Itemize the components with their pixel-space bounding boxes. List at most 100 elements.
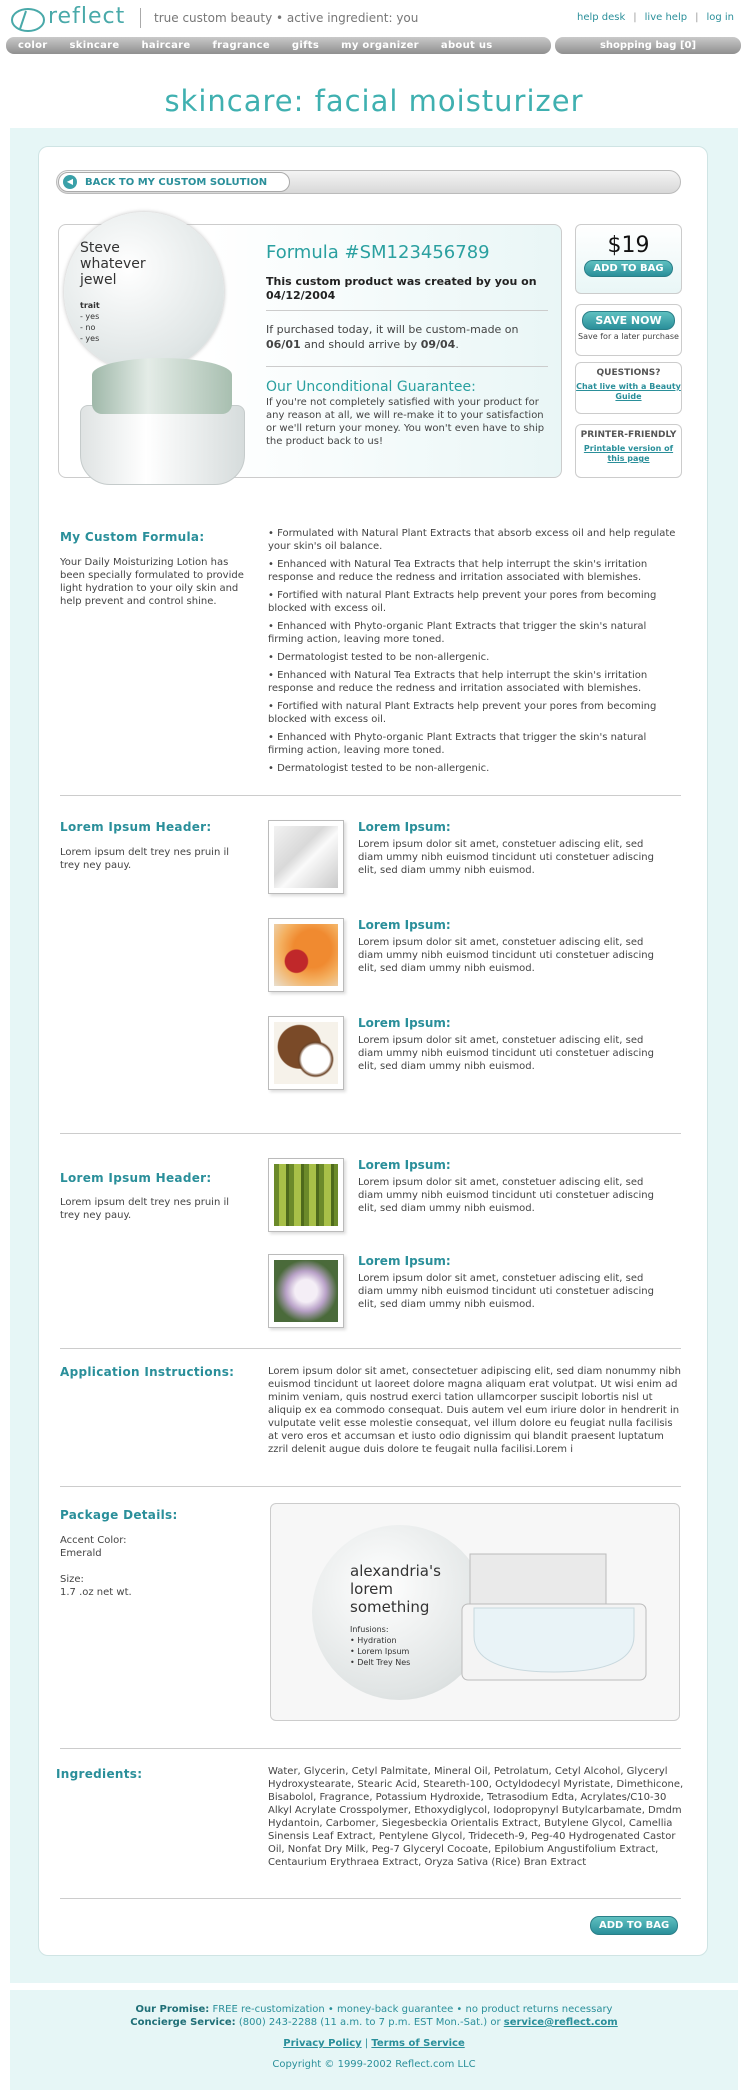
item-title: Lorem Ipsum: [358, 1016, 451, 1030]
item-title: Lorem Ipsum: [358, 1254, 451, 1268]
promise-line: Our Promise: FREE re-customization • mon… [0, 2003, 748, 2016]
nav-fragrance[interactable]: fragrance [213, 40, 270, 51]
trait-item: - yes [80, 334, 100, 343]
ingredients-text: Water, Glycerin, Cetyl Palmitate, Minera… [268, 1766, 684, 1868]
privacy-link[interactable]: Privacy Policy [283, 2038, 361, 2049]
section-divider [60, 1486, 681, 1487]
nav-color[interactable]: color [18, 40, 48, 51]
policy-line: Privacy Policy | Terms of Service [283, 2038, 465, 2049]
ingredients-header: Ingredients: [56, 1767, 143, 1781]
accent-label: Accent Color: [60, 1535, 127, 1546]
section-divider [60, 1348, 681, 1349]
custom-created-note: This custom product was created by you o… [266, 275, 537, 302]
trait-item: - yes [80, 312, 100, 321]
product-name: Steve whatever jewel [80, 240, 146, 288]
live-help-link[interactable]: live help [645, 12, 687, 23]
infusion-item: • Hydration [350, 1636, 397, 1645]
page-title: skincare: facial moisturizer [164, 84, 584, 118]
divider [266, 366, 548, 367]
section-divider [60, 795, 681, 796]
item-text: Lorem ipsum dolor sit amet, constetuer a… [358, 1177, 654, 1214]
list-item: • Dermatologist tested to be non-allerge… [268, 763, 490, 774]
questions-title: QUESTIONS? [596, 368, 661, 378]
copyright: Copyright © 1999-2002 Reflect.com LLC [272, 2059, 476, 2070]
shopping-bag-button[interactable]: shopping bag [0] [555, 37, 741, 54]
section-divider [60, 1898, 681, 1899]
formula-section-desc: Your Daily Moisturizing Lotion has been … [60, 557, 244, 607]
add-to-bag-button-bottom[interactable]: ADD TO BAG [590, 1916, 679, 1935]
package-infusions: Infusions: • Hydration • Lorem Ipsum • D… [350, 1624, 410, 1668]
list-item: • Fortified with natural Plant Extracts … [268, 701, 657, 725]
size-value: 1.7 .oz net wt. [60, 1587, 132, 1598]
product-traits: trait - yes - no - yes [80, 300, 100, 344]
printable-version-link[interactable]: Printable version of this page [576, 444, 681, 464]
package-fields: Accent Color: Emerald Size: 1.7 .oz net … [60, 1534, 132, 1599]
product-jar-image [80, 405, 245, 485]
accent-value: Emerald [60, 1548, 102, 1559]
link-separator: | [633, 12, 637, 23]
save-now-button[interactable]: SAVE NOW [582, 311, 675, 330]
add-to-bag-button[interactable]: ADD TO BAG [584, 260, 673, 277]
nav-skincare[interactable]: skincare [70, 40, 120, 51]
email-link[interactable]: service@reflect.com [504, 2017, 618, 2028]
formula-number: Formula #SM123456789 [266, 242, 490, 263]
chat-live-link[interactable]: Chat live with a Beauty Guide [576, 382, 681, 402]
guarantee-text: If you're not completely satisfied with … [266, 397, 545, 447]
lorem-section-desc: Lorem ipsum delt trey nes pruin il trey … [60, 847, 230, 871]
application-text: Lorem ipsum dolor sit amet, consectetuer… [268, 1366, 681, 1455]
reflect-logo-icon [11, 8, 45, 32]
application-header: Application Instructions: [60, 1365, 235, 1379]
arrive-date: 09/04 [420, 338, 456, 351]
lorem-section-header: Lorem Ipsum Header: [60, 1171, 212, 1185]
made-mid: and should arrive by [304, 338, 418, 351]
terms-link[interactable]: Terms of Service [371, 2038, 464, 2049]
log-in-link[interactable]: log in [706, 12, 734, 23]
list-item: • Dermatologist tested to be non-allerge… [268, 652, 490, 663]
promise-text: FREE re-customization • money-back guara… [212, 2004, 613, 2015]
formula-section-header: My Custom Formula: [60, 530, 205, 544]
nav-my-organizer[interactable]: my organizer [341, 40, 419, 51]
coconut-photo [268, 1016, 344, 1090]
package-header: Package Details: [60, 1508, 178, 1522]
divider [266, 310, 548, 311]
price-box: $19 ADD TO BAG [575, 224, 682, 294]
list-item: • Enhanced with Natural Tea Extracts tha… [268, 670, 648, 694]
product-label-circle [64, 212, 224, 372]
flower-photo [268, 1254, 344, 1328]
top-links: help desk | live help | log in [577, 12, 734, 23]
site-header: reflect true custom beauty • active ingr… [0, 0, 748, 56]
infusion-item: • Delt Trey Nes [350, 1658, 411, 1667]
lorem-section-header: Lorem Ipsum Header: [60, 820, 212, 834]
back-button[interactable]: ◀ BACK TO MY CUSTOM SOLUTION [58, 172, 290, 192]
logo-wordmark[interactable]: reflect [48, 4, 125, 29]
concierge-line: Concierge Service: (800) 243-2288 (11 a.… [0, 2016, 748, 2029]
logo-divider [140, 8, 141, 28]
item-text: Lorem ipsum dolor sit amet, constetuer a… [358, 1273, 654, 1310]
infusion-item: • Lorem Ipsum [350, 1647, 410, 1656]
bamboo-photo [268, 1158, 344, 1232]
price: $19 [607, 233, 650, 258]
item-text: Lorem ipsum dolor sit amet, constetuer a… [358, 937, 654, 974]
item-text: Lorem ipsum dolor sit amet, constetuer a… [358, 839, 654, 876]
trait-item: - no [80, 323, 96, 332]
tagline: true custom beauty • active ingredient: … [154, 11, 419, 25]
nav-haircare[interactable]: haircare [141, 40, 190, 51]
guarantee-title: Our Unconditional Guarantee: [266, 379, 476, 395]
concierge-label: Concierge Service: [130, 2017, 236, 2028]
list-item: • Enhanced with Natural Tea Extracts tha… [268, 559, 648, 583]
window-light-photo [268, 820, 344, 894]
formula-bullets: • Formulated with Natural Plant Extracts… [268, 527, 682, 780]
fruit-photo [268, 918, 344, 992]
size-label: Size: [60, 1574, 84, 1585]
section-divider [60, 1133, 681, 1134]
nav-gifts[interactable]: gifts [292, 40, 319, 51]
promise-label: Our Promise: [135, 2004, 210, 2015]
package-brand: alexandria's lorem something [350, 1562, 441, 1616]
made-date-note: If purchased today, it will be custom-ma… [266, 323, 519, 351]
help-desk-link[interactable]: help desk [577, 12, 625, 23]
nav-about-us[interactable]: about us [441, 40, 493, 51]
lorem-section-desc: Lorem ipsum delt trey nes pruin il trey … [60, 1197, 230, 1221]
made-prefix: If purchased today, it will be custom-ma… [266, 323, 519, 336]
